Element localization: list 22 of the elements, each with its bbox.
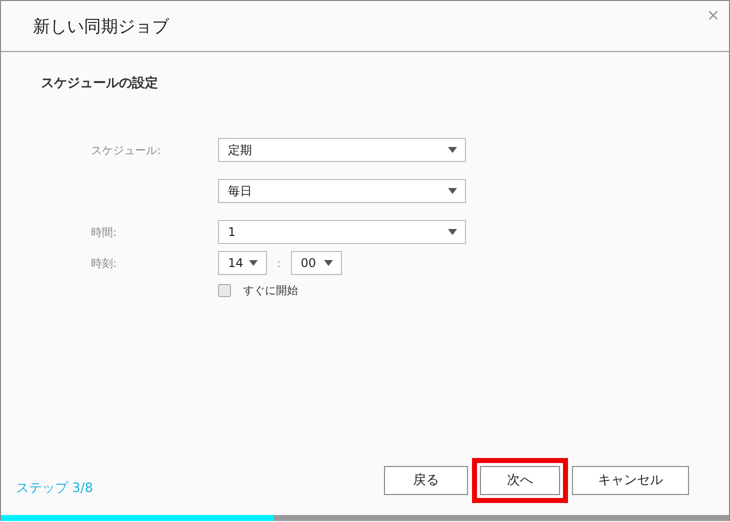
dialog-button[interactable]: 戻る	[384, 466, 468, 494]
field-label: 時間:	[91, 224, 118, 240]
dropdown[interactable]: 定期	[218, 138, 466, 162]
window-title: 新しい同期ジョブ	[33, 16, 169, 38]
dialog-button[interactable]: キャンセル	[572, 466, 689, 494]
caret-icon	[448, 229, 457, 235]
section-title: スケジュールの設定	[40, 74, 159, 92]
field-label: 時刻:	[91, 256, 118, 270]
caret-icon	[324, 260, 333, 266]
time-separator: :	[277, 256, 281, 270]
checkbox-label: すぐに開始	[243, 282, 298, 298]
dropdown[interactable]: 毎日	[218, 179, 466, 203]
minute-dropdown[interactable]: 00	[290, 251, 342, 275]
step-indicator: ステップ 3/8	[16, 480, 94, 497]
dialog-button[interactable]: 次へ	[480, 466, 560, 494]
caret-icon	[249, 260, 258, 266]
dropdown[interactable]: 1	[218, 220, 466, 244]
checkbox[interactable]	[218, 284, 231, 296]
caret-icon	[448, 188, 457, 194]
hour-dropdown[interactable]: 14	[218, 251, 267, 275]
field-label: スケジュール:	[91, 142, 162, 158]
caret-icon	[448, 147, 457, 153]
